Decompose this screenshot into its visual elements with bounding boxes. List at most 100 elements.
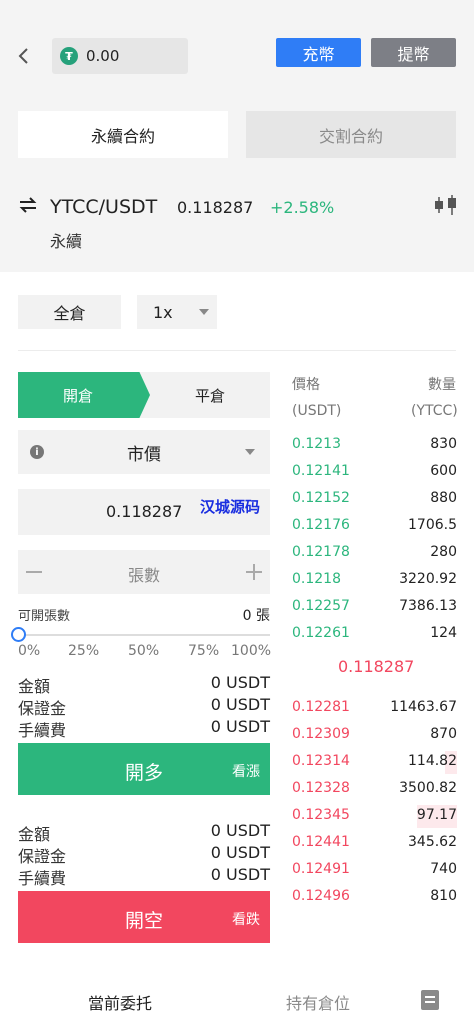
orderbook-bid-row[interactable]: 0.12178 280: [286, 540, 474, 567]
ask-quantity: 740: [430, 861, 457, 877]
ask-price: 0.12441: [292, 834, 350, 850]
back-arrow-icon[interactable]: [14, 44, 34, 68]
percent-mark[interactable]: 100%: [231, 643, 271, 659]
deposit-button[interactable]: 充幣: [276, 38, 361, 67]
pair-name[interactable]: YTCC/USDT: [50, 196, 157, 218]
bid-quantity: 1706.5: [408, 517, 457, 533]
amount-label: 金額: [18, 677, 51, 696]
divider: [18, 350, 456, 351]
bid-price: 0.12178: [292, 544, 350, 560]
watermark-text: 汉城源码: [200, 498, 261, 516]
fee-label: 手續費: [18, 869, 67, 888]
price-change: +2.58%: [270, 198, 335, 217]
orderbook-ask-row[interactable]: 0.12441 345.62: [286, 830, 474, 857]
margin-mode-select[interactable]: 全倉: [18, 295, 121, 329]
ask-quantity: 97.17: [416, 807, 457, 823]
ask-price: 0.12281: [292, 699, 350, 715]
orderbook-price-unit: (USDT): [292, 403, 342, 419]
last-price: 0.118287: [177, 198, 254, 217]
chevron-down-icon: [199, 309, 209, 315]
balance-chip[interactable]: ₮ 0.00: [52, 38, 188, 74]
orderbook-ask-row[interactable]: 0.12309 870: [286, 722, 474, 749]
info-icon[interactable]: i: [30, 445, 44, 459]
contract-type-label: 永續: [50, 232, 83, 251]
ask-quantity: 11463.67: [390, 699, 457, 715]
orderbook-bid-row[interactable]: 0.12141 600: [286, 459, 474, 486]
bid-price: 0.12257: [292, 598, 350, 614]
orderbook-qty-header: 數量: [428, 377, 456, 393]
order-type-select[interactable]: i 市價: [18, 430, 270, 474]
ask-quantity: 810: [430, 888, 457, 904]
available-label: 可開張數: [18, 609, 71, 624]
percent-slider-track[interactable]: [24, 634, 270, 636]
plus-icon-stem[interactable]: [253, 564, 255, 580]
percent-mark[interactable]: 75%: [188, 643, 219, 659]
fee-label: 手續費: [18, 721, 67, 740]
orderbook-qty-unit: (YTCC): [411, 403, 458, 419]
swap-pair-icon[interactable]: [18, 196, 38, 214]
candlestick-chart-icon[interactable]: [433, 194, 459, 216]
ask-quantity: 345.62: [408, 834, 457, 850]
amount-value: 0 USDT: [210, 821, 270, 840]
tab-close[interactable]: 平倉: [150, 372, 270, 418]
percent-mark[interactable]: 0%: [18, 643, 40, 659]
bid-price: 0.12261: [292, 625, 350, 641]
orderbook-bid-row[interactable]: 0.12176 1706.5: [286, 513, 474, 540]
percent-mark[interactable]: 50%: [128, 643, 159, 659]
quantity-stepper[interactable]: 張數: [18, 550, 270, 594]
withdraw-button[interactable]: 提幣: [371, 38, 456, 67]
margin-value: 0 USDT: [210, 695, 270, 714]
bid-price: 0.12141: [292, 463, 350, 479]
quantity-placeholder: 張數: [127, 566, 160, 585]
tab-current-orders[interactable]: 當前委托: [88, 990, 152, 1014]
tab-perpetual[interactable]: 永續合約: [18, 111, 228, 158]
ask-price: 0.12309: [292, 726, 350, 742]
orderbook-price-header: 價格: [292, 377, 320, 393]
bid-quantity: 880: [430, 490, 457, 506]
percent-mark[interactable]: 25%: [68, 643, 99, 659]
percent-slider-handle[interactable]: [11, 627, 26, 642]
price-field-value: 0.118287: [106, 502, 183, 521]
ask-quantity: 114.82: [408, 753, 457, 769]
orderbook-ask-row[interactable]: 0.12345 97.17: [286, 803, 474, 830]
bid-price: 0.12152: [292, 490, 350, 506]
amount-label: 金額: [18, 825, 51, 844]
bid-quantity: 3220.92: [399, 571, 457, 587]
header-area: ₮ 0.00 充幣 提幣 永續合約 交割合約 YTCC/USDT 0.11828…: [0, 0, 474, 272]
ask-price: 0.12491: [292, 861, 350, 877]
chevron-down-icon: [245, 449, 255, 455]
orderbook-mid-price[interactable]: 0.118287: [338, 657, 414, 676]
tab-open[interactable]: 開倉: [18, 372, 150, 418]
open-long-button[interactable]: 開多 看漲: [18, 743, 270, 795]
leverage-select[interactable]: 1x: [137, 295, 217, 329]
leverage-value: 1x: [153, 302, 173, 322]
balance-value: 0.00: [86, 47, 120, 65]
bid-quantity: 830: [430, 436, 457, 452]
bid-price: 0.1218: [292, 571, 341, 587]
bearish-label: 看跌: [232, 912, 260, 928]
open-short-button[interactable]: 開空 看跌: [18, 891, 270, 943]
open-close-switch: 開倉 平倉: [18, 372, 270, 418]
bid-quantity: 600: [430, 463, 457, 479]
tab-positions[interactable]: 持有倉位: [286, 990, 350, 1014]
margin-label: 保證金: [18, 699, 67, 718]
tab-delivery[interactable]: 交割合約: [246, 111, 456, 158]
orderbook-ask-row[interactable]: 0.12281 11463.67: [286, 695, 474, 722]
orderbook-bid-row[interactable]: 0.1213 830: [286, 432, 474, 459]
orderbook-bid-row[interactable]: 0.1218 3220.92: [286, 567, 474, 594]
orderbook-ask-row[interactable]: 0.12328 3500.82: [286, 776, 474, 803]
orderbook-bid-row[interactable]: 0.12261 124: [286, 621, 474, 648]
bullish-label: 看漲: [232, 764, 260, 780]
bid-quantity: 280: [430, 544, 457, 560]
bid-price: 0.1213: [292, 436, 341, 452]
orderbook-ask-row[interactable]: 0.12491 740: [286, 857, 474, 884]
bid-quantity: 7386.13: [399, 598, 457, 614]
ask-price: 0.12496: [292, 888, 350, 904]
bid-quantity: 124: [430, 625, 457, 641]
orderbook-ask-row[interactable]: 0.12496 810: [286, 884, 474, 911]
orderbook-bid-row[interactable]: 0.12152 880: [286, 486, 474, 513]
margin-label: 保證金: [18, 847, 67, 866]
order-list-icon[interactable]: [421, 990, 439, 1010]
orderbook-ask-row[interactable]: 0.12314 114.82: [286, 749, 474, 776]
orderbook-bid-row[interactable]: 0.12257 7386.13: [286, 594, 474, 621]
